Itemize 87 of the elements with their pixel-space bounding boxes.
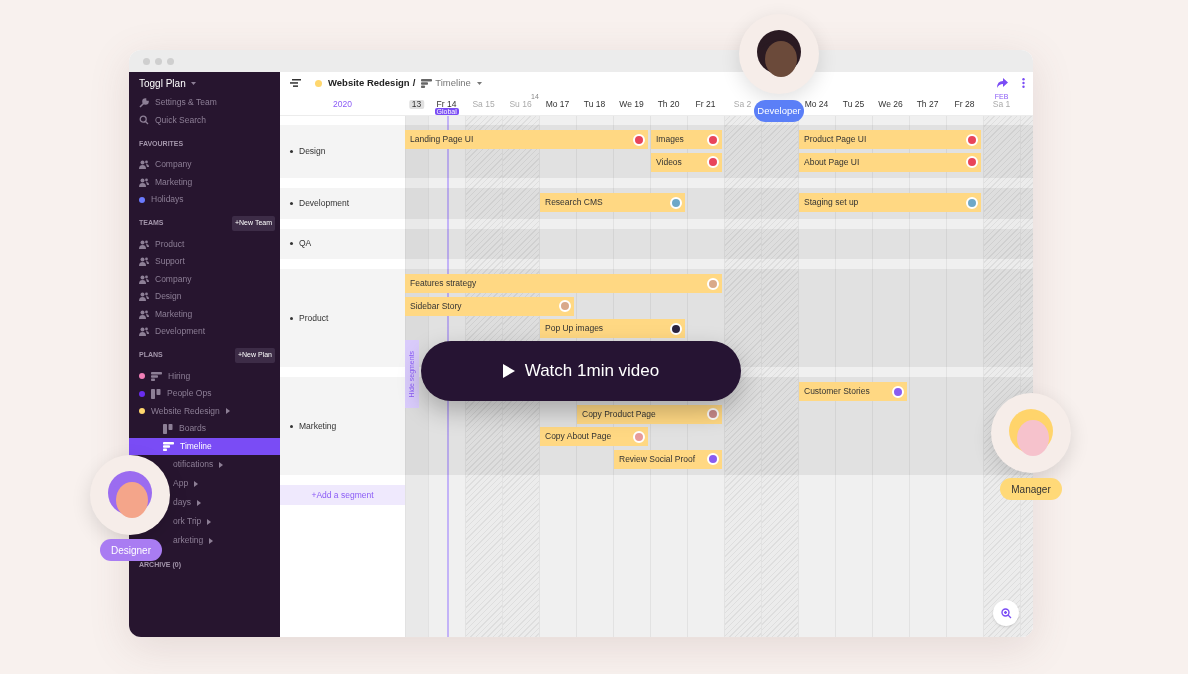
team-icon (139, 309, 149, 319)
video-button[interactable]: Watch 1min video (421, 341, 741, 401)
day-label: Su 16 (508, 100, 533, 109)
menu-icon[interactable] (290, 79, 301, 87)
sidebar-item[interactable]: Timeline (129, 437, 280, 455)
day-label: Fr 14 (435, 100, 458, 109)
role-badge: Developer (754, 100, 804, 122)
task-bar[interactable]: Pop Up images (540, 319, 685, 338)
team-icon (139, 239, 149, 249)
sidebar-item[interactable]: Marketing (129, 305, 280, 323)
team-icon (139, 292, 149, 302)
day-label: Sa 15 (471, 100, 496, 109)
day-label: We 19 (618, 100, 645, 109)
day-label: Tu 18 (582, 100, 607, 109)
sidebar-item[interactable]: Boards (129, 420, 280, 438)
board-icon (163, 423, 173, 434)
sidebar-item[interactable]: Design (129, 288, 280, 306)
task-bar[interactable]: Product Page UI (799, 130, 981, 149)
project-link[interactable]: Website Redesign (328, 75, 410, 91)
task-bar[interactable]: Research CMS (540, 193, 685, 212)
team-icon (139, 274, 149, 284)
day-label: Tu 25 (841, 100, 866, 109)
bullet-icon (290, 424, 293, 428)
timeline-icon (163, 441, 174, 451)
sidebar-item[interactable]: arketing (173, 531, 280, 550)
caret-icon[interactable] (190, 81, 196, 85)
board-icon (151, 388, 161, 399)
day-label: Sa 2 (732, 100, 753, 109)
sidebar-item[interactable]: Support (129, 253, 280, 271)
caret-icon[interactable] (476, 81, 482, 85)
sidebar-item[interactable]: Holidays (129, 191, 280, 209)
sidebar-item[interactable]: Hiring (129, 367, 280, 385)
zoom-in-icon (1000, 607, 1012, 619)
share-icon[interactable] (997, 78, 1008, 88)
task-bar[interactable]: Landing Page UI (405, 130, 648, 149)
day-label: Th 27 (915, 100, 940, 109)
segment-label: Marketing (299, 419, 337, 433)
bullet-icon (290, 316, 293, 320)
day-label: We 26 (877, 100, 904, 109)
day-label: Mo 24 (803, 100, 830, 109)
more-icon[interactable] (1022, 78, 1025, 88)
sidebar-item[interactable]: Company (129, 270, 280, 288)
role-badge: Manager (1000, 478, 1062, 500)
task-bar[interactable]: Staging set up (799, 193, 981, 212)
workspace-title[interactable]: Toggl Plan (139, 75, 186, 91)
bullet-icon (290, 150, 293, 153)
team-icon (139, 177, 149, 187)
timeline-icon (421, 78, 433, 88)
day-label: Sa 1 (991, 100, 1012, 109)
day-label: Mo 17 (544, 100, 571, 109)
sidebar-item[interactable]: Product (129, 235, 280, 253)
team-icon (139, 327, 149, 337)
segment-label: Product (299, 311, 329, 325)
view-dropdown[interactable]: Timeline (435, 75, 471, 91)
segment-label: Design (299, 145, 326, 158)
add-segment-button[interactable]: +Add a segment (280, 485, 405, 505)
task-bar[interactable]: Images (651, 130, 722, 149)
sidebar-item[interactable]: App (173, 474, 280, 493)
sidebar-item[interactable]: Settings & Team (129, 94, 280, 112)
timeline-icon (151, 371, 162, 381)
sidebar-item[interactable]: Development (129, 323, 280, 341)
team-icon (139, 160, 149, 170)
bullet-icon (290, 242, 293, 246)
day-label: Fr 21 (694, 100, 717, 109)
day-label: Th 20 (656, 100, 681, 109)
sidebar-item[interactable]: People Ops (129, 385, 280, 403)
sidebar-item[interactable]: Quick Search (129, 111, 280, 129)
sidebar-item[interactable]: Website Redesign (129, 402, 280, 420)
task-bar[interactable]: Features strategy (405, 274, 722, 293)
task-bar[interactable]: Copy About Page (540, 427, 648, 446)
bullet-icon (290, 201, 293, 205)
sidebar-item[interactable]: ork Trip (173, 512, 280, 531)
day-label: Fr 28 (953, 100, 976, 109)
team-icon (139, 257, 149, 267)
year-label: 2020 (333, 98, 352, 111)
breadcrumb-separator: / (412, 75, 416, 90)
day-label: 13 (408, 100, 425, 109)
role-badge: Designer (100, 539, 162, 561)
search-icon (139, 115, 149, 126)
sidebar-item[interactable]: Company (129, 156, 280, 174)
sidebar-item[interactable]: otifications (173, 455, 280, 474)
segment-label: QA (299, 237, 312, 251)
task-bar[interactable]: Customer Stories (799, 382, 907, 401)
wrench-icon (139, 97, 149, 108)
sidebar-item[interactable]: Marketing (129, 173, 280, 191)
segment-label: Development (299, 196, 350, 210)
sidebar-item[interactable]: days (173, 493, 280, 512)
